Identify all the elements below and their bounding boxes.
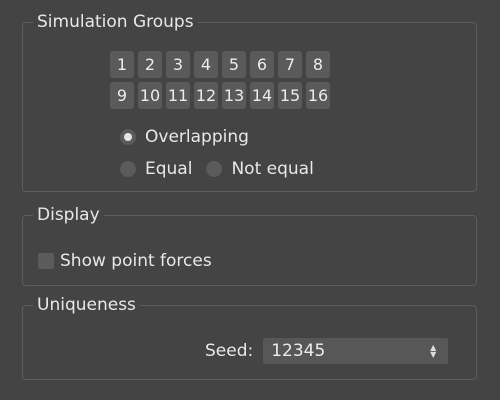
display-title: Display [33,204,104,226]
group-button-12[interactable]: 12 [194,82,218,109]
group-button-7[interactable]: 7 [278,51,302,78]
display-group: Display Show point forces [22,204,477,286]
group-button-2[interactable]: 2 [138,51,162,78]
group-button-6[interactable]: 6 [250,51,274,78]
rollout-panel: Simulation Groups 1 2 3 4 5 6 7 8 9 10 1… [0,0,500,400]
radio-overlapping-label: Overlapping [145,127,249,147]
group-number-grid: 1 2 3 4 5 6 7 8 9 10 11 12 13 14 15 16 [110,51,330,109]
simulation-groups-title: Simulation Groups [33,11,198,33]
radio-equal-indicator[interactable] [120,161,136,177]
radio-not-equal-label: Not equal [231,159,314,179]
group-button-13[interactable]: 13 [222,82,246,109]
seed-label: Seed: [205,341,254,361]
radio-equal-row: Equal Not equal [120,159,328,179]
radio-overlapping-indicator[interactable] [120,129,136,145]
show-point-forces-label: Show point forces [60,251,212,271]
radio-overlapping[interactable]: Overlapping [120,127,263,147]
group-button-10[interactable]: 10 [138,82,162,109]
group-button-4[interactable]: 4 [194,51,218,78]
show-point-forces-option[interactable]: Show point forces [38,251,212,271]
group-button-1[interactable]: 1 [110,51,134,78]
seed-value[interactable]: 12345 [271,341,426,361]
spinner-arrows[interactable]: ▲ ▼ [426,344,440,359]
radio-equal-label: Equal [145,159,193,179]
group-button-15[interactable]: 15 [278,82,302,109]
radio-not-equal-indicator[interactable] [206,161,223,177]
group-button-16[interactable]: 16 [306,82,330,109]
group-button-9[interactable]: 9 [110,82,134,109]
show-point-forces-checkbox[interactable] [38,253,54,269]
group-button-3[interactable]: 3 [166,51,190,78]
spinner-down-icon[interactable]: ▼ [430,351,436,359]
uniqueness-title: Uniqueness [33,294,140,316]
group-button-8[interactable]: 8 [306,51,330,78]
group-button-5[interactable]: 5 [222,51,246,78]
seed-spinner[interactable]: 12345 ▲ ▼ [263,338,449,364]
simulation-groups-group: Simulation Groups 1 2 3 4 5 6 7 8 9 10 1… [22,11,477,192]
group-button-11[interactable]: 11 [166,82,190,109]
group-button-14[interactable]: 14 [250,82,274,109]
uniqueness-group: Uniqueness Seed: 12345 ▲ ▼ [22,294,477,380]
seed-row: Seed: 12345 ▲ ▼ [205,338,449,364]
